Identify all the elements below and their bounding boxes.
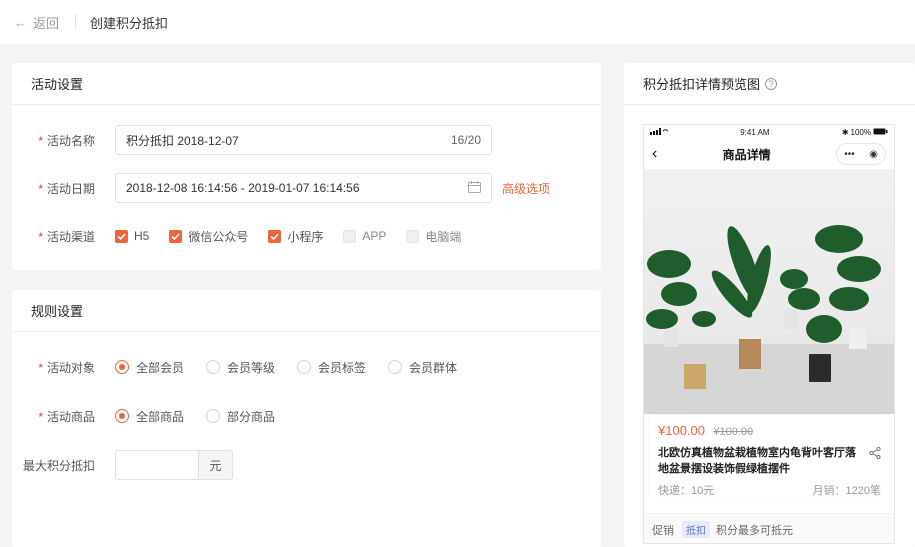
calendar-icon bbox=[468, 180, 481, 196]
monthly-sales: 月销：1220笔 bbox=[812, 485, 881, 497]
activity-channel-label: * 活动渠道 bbox=[38, 229, 95, 244]
activity-goods-row: * 活动商品 全部商品 部分商品 bbox=[12, 401, 297, 431]
check-icon bbox=[115, 229, 128, 243]
mini-program-capsule: ••• ◉ bbox=[836, 143, 886, 165]
max-deduction-input-group: 元 bbox=[115, 450, 233, 480]
preview-heading-text: 积分抵扣详情预览图 bbox=[643, 77, 761, 92]
radio-selected-icon bbox=[115, 360, 129, 374]
activity-name-value: 积分抵扣 2018-12-07 bbox=[126, 133, 239, 148]
checkbox-empty-icon bbox=[406, 229, 420, 243]
product-price: ¥100.00 bbox=[658, 423, 705, 438]
activity-date-label: * 活动日期 bbox=[38, 181, 95, 196]
radio-empty-icon bbox=[388, 360, 403, 374]
back-label: 返回 bbox=[33, 15, 60, 31]
chevron-left-icon[interactable]: ‹ bbox=[652, 145, 657, 163]
goods-partial-radio[interactable]: 部分商品 bbox=[206, 408, 275, 425]
arrow-left-icon: ← bbox=[14, 14, 27, 30]
target-all-radio[interactable]: 全部会员 bbox=[115, 359, 184, 376]
activity-target-row: * 活动对象 全部会员 会员等级 会员标签 会员群体 bbox=[12, 352, 479, 382]
radio-selected-icon bbox=[115, 409, 129, 423]
target-icon[interactable]: ◉ bbox=[869, 149, 878, 160]
activity-settings-card: 活动设置 * 活动名称 积分抵扣 2018-12-07 16/20 * 活动日期 2… bbox=[12, 63, 601, 270]
activity-date-input[interactable]: 2018-12-08 16:14:56 - 2019-01-07 16:14:5… bbox=[115, 173, 492, 203]
target-tag-radio[interactable]: 会员标签 bbox=[297, 359, 366, 376]
page-title: 创建积分抵扣 bbox=[90, 15, 169, 31]
bluetooth-icon: ✱ bbox=[841, 127, 849, 137]
share-icon[interactable] bbox=[869, 446, 881, 462]
more-icon[interactable]: ••• bbox=[844, 149, 855, 160]
battery-icon bbox=[873, 128, 888, 137]
help-icon[interactable]: ? bbox=[765, 77, 778, 90]
check-icon bbox=[169, 229, 183, 243]
channel-miniprogram-checkbox[interactable]: 小程序 bbox=[268, 228, 323, 245]
battery-percent: 100% bbox=[850, 127, 871, 137]
channel-h5-checkbox[interactable]: H5 bbox=[115, 229, 149, 243]
status-bar: 9:41 AM ✱ 100% bbox=[644, 125, 894, 139]
shipping-fee: 快递：10元 bbox=[658, 485, 715, 497]
phone-preview: 9:41 AM ✱ 100% ‹ 商品详情 ••• ◉ ¥100.00 ¥100… bbox=[643, 124, 895, 544]
activity-settings-heading: 活动设置 bbox=[12, 63, 601, 105]
radio-empty-icon bbox=[206, 360, 221, 374]
target-level-radio[interactable]: 会员等级 bbox=[206, 359, 275, 376]
radio-empty-icon bbox=[297, 360, 312, 374]
checkbox-empty-icon bbox=[343, 229, 357, 243]
back-button[interactable]: ← 返回 bbox=[14, 13, 59, 32]
check-icon bbox=[268, 229, 282, 243]
max-deduction-unit: 元 bbox=[198, 451, 232, 479]
promotion-row: 促销 抵扣 积分最多可抵元 bbox=[644, 513, 894, 543]
channel-app-checkbox[interactable]: APP bbox=[343, 229, 386, 243]
promo-tag: 抵扣 bbox=[682, 521, 710, 538]
radio-empty-icon bbox=[206, 409, 221, 423]
rules-settings-heading: 规则设置 bbox=[12, 290, 601, 332]
activity-channel-row: * 活动渠道 H5 微信公众号 小程序 APP 电脑端 bbox=[12, 221, 481, 251]
required-marker: * bbox=[38, 229, 43, 244]
max-deduction-label: 最大积分抵扣 bbox=[22, 458, 95, 473]
goods-all-radio[interactable]: 全部商品 bbox=[115, 408, 184, 425]
preview-heading: 积分抵扣详情预览图 ? bbox=[624, 63, 915, 105]
max-deduction-row: 最大积分抵扣 元 bbox=[12, 450, 233, 480]
required-marker: * bbox=[38, 360, 43, 375]
activity-name-label: * 活动名称 bbox=[38, 133, 95, 148]
target-group-radio[interactable]: 会员群体 bbox=[388, 359, 457, 376]
advanced-options-link[interactable]: 高级选项 bbox=[502, 180, 550, 197]
preview-card: 积分抵扣详情预览图 ? 9:41 AM ✱ 100% ‹ 商品详情 ••• ◉ bbox=[624, 63, 915, 547]
activity-goods-label: * 活动商品 bbox=[38, 409, 95, 424]
battery-group: ✱ 100% bbox=[842, 128, 888, 137]
original-price: ¥100.00 bbox=[713, 426, 754, 438]
promo-text: 积分最多可抵元 bbox=[716, 524, 793, 537]
max-deduction-input[interactable] bbox=[116, 451, 198, 479]
top-bar: ← 返回 创建积分抵扣 bbox=[0, 0, 915, 44]
activity-target-label: * 活动对象 bbox=[38, 360, 95, 375]
product-info-card: ¥100.00 ¥100.00 北欧仿真植物盆栽植物室内龟背叶客厅落地盆景摆设装… bbox=[649, 415, 889, 501]
signal-icon bbox=[650, 127, 669, 137]
activity-name-row: * 活动名称 积分抵扣 2018-12-07 16/20 bbox=[12, 125, 492, 155]
divider bbox=[75, 14, 77, 30]
channel-wechat-checkbox[interactable]: 微信公众号 bbox=[169, 228, 248, 245]
rules-settings-card: 规则设置 * 活动对象 全部会员 会员等级 会员标签 会员群体 * 活动商品 全部商… bbox=[12, 290, 601, 547]
required-marker: * bbox=[38, 133, 43, 148]
activity-date-value: 2018-12-08 16:14:56 - 2019-01-07 16:14:5… bbox=[126, 181, 360, 195]
required-marker: * bbox=[38, 181, 43, 196]
product-name: 北欧仿真植物盆栽植物室内龟背叶客厅落地盆景摆设装饰假绿植摆件 bbox=[658, 447, 856, 475]
product-photo bbox=[644, 169, 894, 414]
activity-date-row: * 活动日期 2018-12-08 16:14:56 - 2019-01-07 1… bbox=[12, 173, 550, 203]
channel-pc-checkbox[interactable]: 电脑端 bbox=[406, 228, 461, 245]
status-time: 9:41 AM bbox=[740, 127, 770, 137]
phone-nav-bar: ‹ 商品详情 ••• ◉ bbox=[644, 139, 894, 169]
activity-name-input[interactable]: 积分抵扣 2018-12-07 16/20 bbox=[115, 125, 492, 155]
phone-nav-title: 商品详情 bbox=[722, 147, 771, 162]
char-count: 16/20 bbox=[450, 133, 481, 147]
plants-illustration bbox=[644, 225, 894, 414]
required-marker: * bbox=[38, 409, 43, 424]
promo-label: 促销 bbox=[652, 524, 674, 537]
